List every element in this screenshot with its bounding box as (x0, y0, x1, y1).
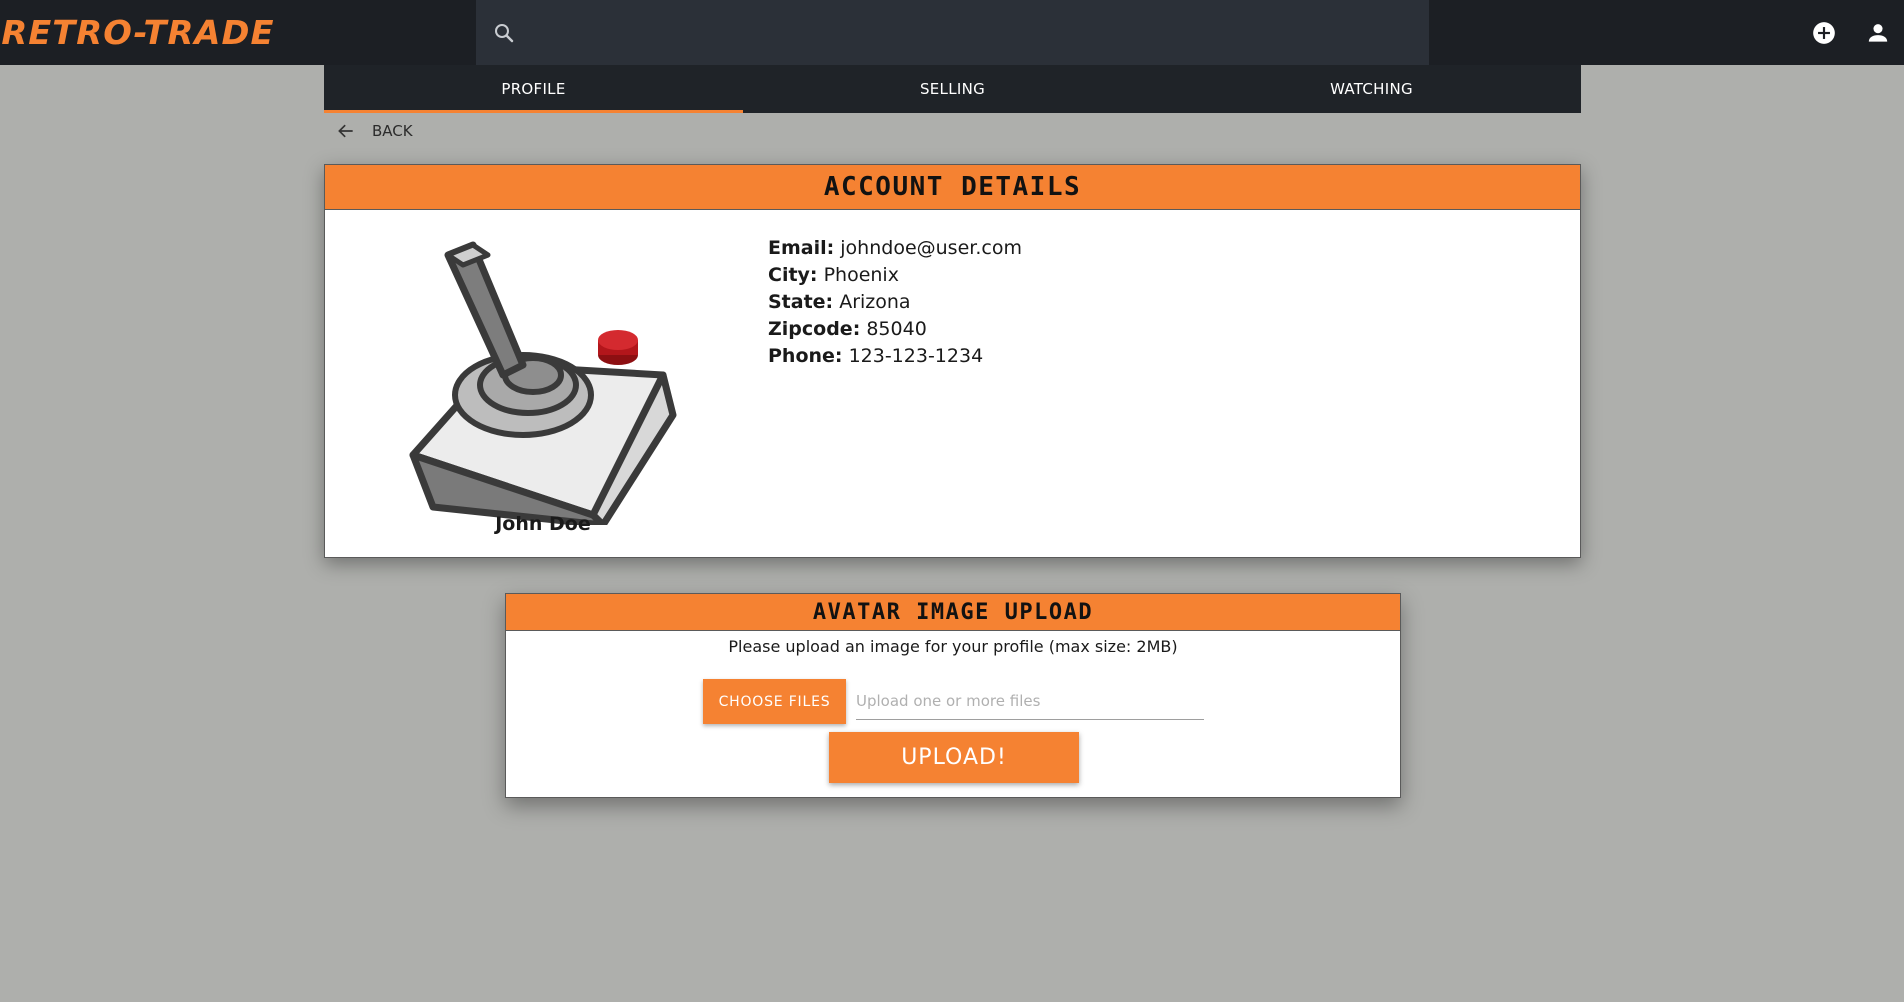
tab-label: SELLING (919, 80, 986, 98)
account-details-list: Email: johndoe@user.com City: Phoenix St… (768, 235, 1022, 370)
tab-profile[interactable]: PROFILE (324, 65, 743, 113)
detail-value: Arizona (839, 291, 911, 313)
avatar-upload-card: AVATAR IMAGE UPLOAD Please upload an ima… (505, 593, 1401, 798)
detail-label: State: (768, 291, 834, 313)
detail-value: 85040 (866, 318, 927, 340)
tab-watching[interactable]: WATCHING (1162, 65, 1581, 113)
search-icon (495, 24, 514, 43)
detail-zipcode: Zipcode: 85040 (768, 316, 1022, 343)
back-label: BACK (372, 122, 413, 140)
detail-label: Phone: (768, 345, 843, 367)
user-icon[interactable] (1865, 20, 1891, 46)
detail-value: johndoe@user.com (840, 237, 1022, 259)
detail-phone: Phone: 123-123-1234 (768, 343, 1022, 370)
detail-email: Email: johndoe@user.com (768, 235, 1022, 262)
detail-state: State: Arizona (768, 289, 1022, 316)
app-logo[interactable]: RETRO-TRADE (1, 12, 274, 54)
tab-selling[interactable]: SELLING (743, 65, 1162, 113)
back-button[interactable]: BACK (336, 118, 413, 144)
tab-label: WATCHING (1330, 80, 1413, 98)
tab-bar: PROFILE SELLING WATCHING (324, 65, 1581, 113)
detail-label: City: (768, 264, 818, 286)
avatar-upload-title: AVATAR IMAGE UPLOAD (506, 594, 1400, 631)
detail-label: Zipcode: (768, 318, 861, 340)
upload-button[interactable]: UPLOAD! (829, 732, 1079, 783)
tab-label: PROFILE (501, 80, 566, 98)
joystick-icon (409, 241, 677, 525)
detail-label: Email: (768, 237, 835, 259)
account-details-card: ACCOUNT DETAILS John Doe Email: johndoe@… (324, 164, 1581, 558)
search-input[interactable] (534, 0, 1414, 65)
top-app-bar: RETRO-TRADE (0, 0, 1904, 65)
account-details-title: ACCOUNT DETAILS (325, 165, 1580, 210)
arrow-left-icon (338, 124, 353, 138)
detail-value: 123-123-1234 (848, 345, 984, 367)
choose-files-button[interactable]: CHOOSE FILES (703, 679, 846, 724)
file-name-field[interactable] (856, 682, 1204, 720)
detail-value: Phoenix (823, 264, 899, 286)
add-circle-icon[interactable] (1811, 20, 1837, 46)
search-bar[interactable] (476, 0, 1429, 65)
detail-city: City: Phoenix (768, 262, 1022, 289)
profile-name: John Doe (495, 513, 591, 535)
upload-description: Please upload an image for your profile … (728, 637, 1178, 656)
